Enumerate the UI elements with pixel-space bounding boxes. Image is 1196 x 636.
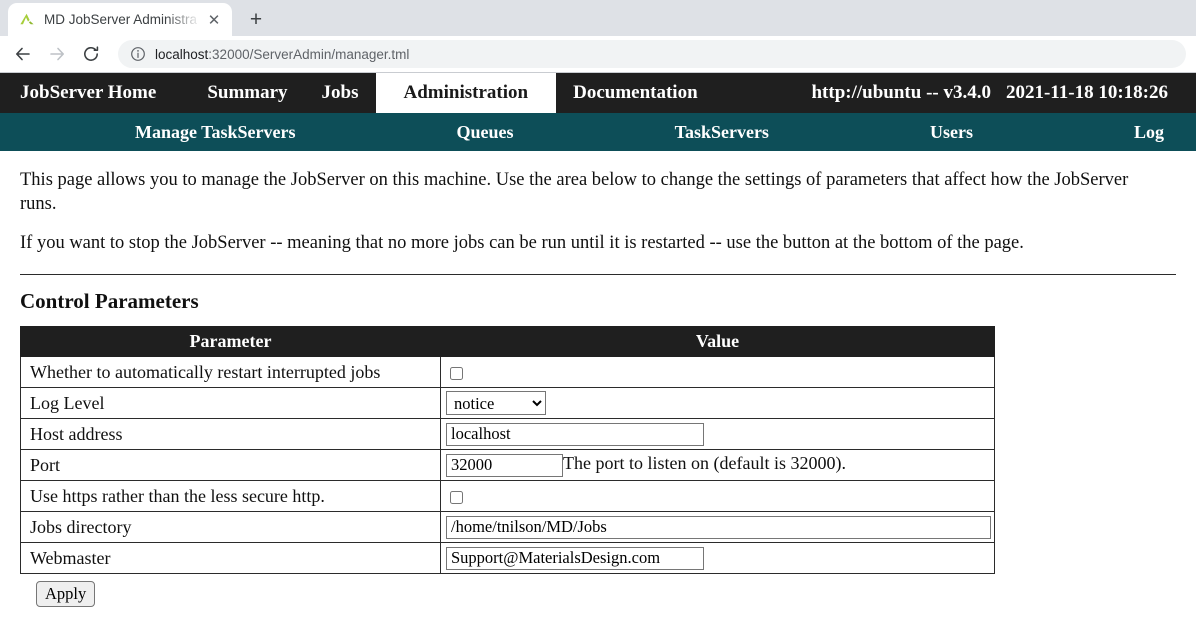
- apply-button[interactable]: Apply: [36, 581, 96, 608]
- page-body: JobServer Home Summary Jobs Administrati…: [0, 73, 1196, 608]
- info-icon[interactable]: [130, 46, 146, 62]
- new-tab-button[interactable]: +: [242, 5, 270, 33]
- address-bar-host: localhost: [155, 46, 209, 62]
- param-label-port: Port: [20, 449, 441, 482]
- table-row: Port The port to listen on (default is 3…: [20, 449, 995, 482]
- nav-item-jobs[interactable]: Jobs: [305, 73, 376, 113]
- md-logo-icon: [20, 13, 34, 24]
- server-datetime: 2021-11-18 10:18:26: [1005, 82, 1168, 103]
- param-value-host-address: [440, 418, 995, 451]
- subnav-item-users[interactable]: Users: [930, 122, 973, 143]
- close-icon[interactable]: ✕: [204, 10, 224, 30]
- table-row: Webmaster: [20, 542, 995, 575]
- address-bar-path: :32000/ServerAdmin/manager.tml: [208, 46, 410, 62]
- nav-item-administration[interactable]: Administration: [375, 73, 557, 113]
- param-label-host-address: Host address: [20, 418, 441, 451]
- address-bar[interactable]: localhost:32000/ServerAdmin/manager.tml: [118, 40, 1186, 68]
- port-input[interactable]: [446, 453, 563, 477]
- forward-icon: [42, 39, 72, 69]
- table-row: Use https rather than the less secure ht…: [20, 480, 995, 513]
- param-value-restart-jobs: [440, 356, 995, 389]
- subnav-item-log[interactable]: Log: [1134, 122, 1164, 143]
- main-content: This page allows you to manage the JobSe…: [0, 169, 1196, 608]
- browser-tab[interactable]: MD JobServer Administra ✕: [8, 3, 232, 36]
- nav-item-documentation[interactable]: Documentation: [556, 73, 715, 113]
- back-icon[interactable]: [8, 39, 38, 69]
- param-label-jobs-directory: Jobs directory: [20, 511, 441, 544]
- param-value-use-https: [440, 480, 995, 513]
- browser-toolbar: localhost:32000/ServerAdmin/manager.tml: [0, 36, 1196, 73]
- table-row: Jobs directory: [20, 511, 995, 544]
- param-value-webmaster: [440, 542, 995, 575]
- intro-paragraph-2: If you want to stop the JobServer -- mea…: [20, 233, 1024, 254]
- subnav-item-queues[interactable]: Queues: [457, 122, 514, 143]
- nav-item-jobserver-home[interactable]: JobServer Home: [0, 73, 190, 113]
- browser-tab-title: MD JobServer Administra: [44, 12, 198, 27]
- port-hint: The port to listen on (default is 32000)…: [563, 453, 846, 474]
- table-row: Whether to automatically restart interru…: [20, 356, 995, 389]
- param-label-log-level: Log Level: [20, 387, 441, 420]
- page-title: Control Parameters: [20, 289, 199, 314]
- secondary-nav: Manage TaskServers Queues TaskServers Us…: [0, 113, 1196, 151]
- control-parameters-table: Parameter Value Whether to automatically…: [20, 326, 995, 575]
- column-header-value: Value: [440, 326, 995, 358]
- subnav-item-manage-taskservers[interactable]: Manage TaskServers: [135, 122, 296, 143]
- use-https-checkbox[interactable]: [450, 490, 463, 504]
- section-divider: [20, 274, 1176, 276]
- host-address-input[interactable]: [446, 422, 704, 446]
- param-value-jobs-directory: [440, 511, 995, 544]
- param-value-log-level: notice: [440, 387, 995, 420]
- table-row: Log Level notice: [20, 387, 995, 420]
- server-status: http://ubuntu -- v3.4.0 2021-11-18 10:18…: [811, 73, 1196, 113]
- table-header-row: Parameter Value: [20, 326, 995, 358]
- param-label-use-https: Use https rather than the less secure ht…: [20, 480, 441, 513]
- subnav-item-taskservers[interactable]: TaskServers: [675, 122, 769, 143]
- webmaster-input[interactable]: [446, 546, 704, 570]
- server-host-version: http://ubuntu -- v3.4.0: [811, 82, 991, 103]
- jobs-directory-input[interactable]: [446, 515, 991, 539]
- param-value-port: The port to listen on (default is 32000)…: [440, 449, 995, 482]
- column-header-parameter: Parameter: [20, 326, 441, 358]
- primary-nav: JobServer Home Summary Jobs Administrati…: [0, 73, 1196, 113]
- reload-icon[interactable]: [76, 39, 106, 69]
- table-row: Host address: [20, 418, 995, 451]
- intro-paragraph-1: This page allows you to manage the JobSe…: [20, 170, 1129, 214]
- nav-item-summary[interactable]: Summary: [190, 73, 304, 113]
- restart-jobs-checkbox[interactable]: [450, 366, 463, 380]
- address-bar-url: localhost:32000/ServerAdmin/manager.tml: [155, 47, 409, 62]
- browser-tab-strip: MD JobServer Administra ✕ +: [0, 0, 1196, 36]
- log-level-select[interactable]: notice: [446, 391, 546, 416]
- param-label-webmaster: Webmaster: [20, 542, 441, 575]
- param-label-restart-jobs: Whether to automatically restart interru…: [20, 356, 441, 389]
